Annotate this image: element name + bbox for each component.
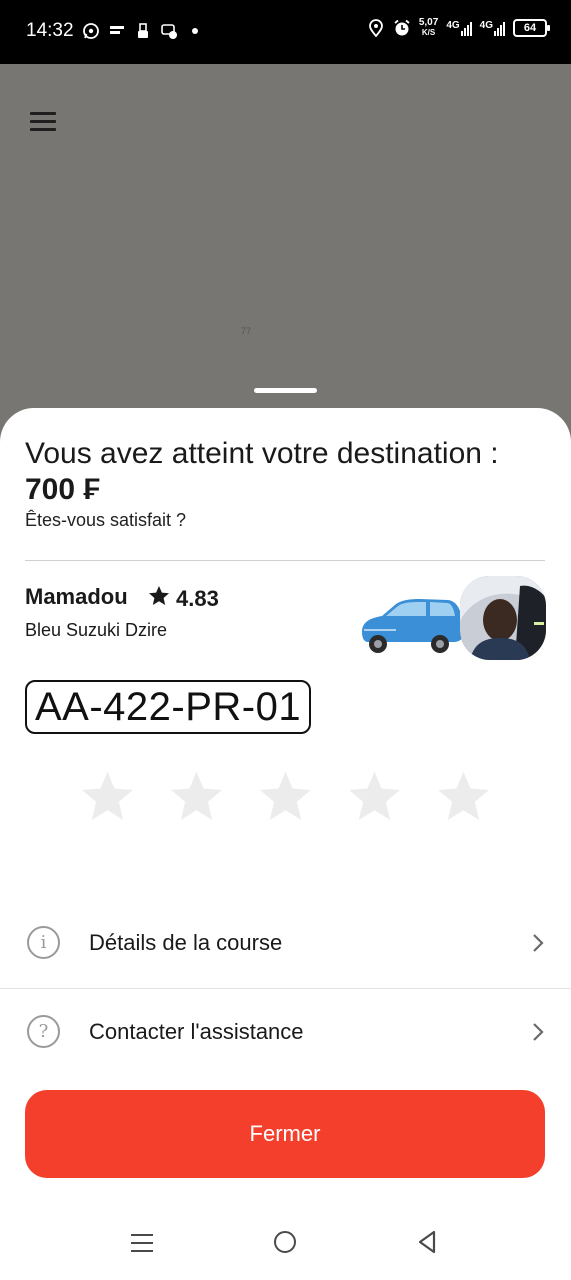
star-5-icon[interactable] — [434, 768, 493, 826]
network-speed-value: 5,07 — [418, 17, 439, 28]
signal-1: 4G — [446, 20, 472, 36]
status-left-icons — [82, 22, 198, 40]
info-icon: i — [27, 926, 60, 959]
contact-support-label: Contacter l'assistance — [89, 1019, 304, 1044]
menu-icon[interactable] — [30, 112, 56, 132]
signal-bars-1-icon — [460, 20, 472, 36]
network-speed-unit: K/S — [421, 28, 436, 37]
contact-support-row[interactable]: ? Contacter l'assistance — [0, 989, 571, 1075]
network-type-2: 4G — [479, 20, 493, 31]
status-bar: 14:32 5,07 K/S 4G 4G 64 — [0, 0, 571, 64]
back-icon[interactable] — [416, 1230, 438, 1254]
battery-icon: 64 — [513, 19, 550, 37]
sheet-drag-handle[interactable] — [254, 388, 317, 393]
alarm-icon — [393, 19, 411, 37]
arrival-title: Vous avez atteint votre destination : — [25, 437, 499, 470]
driver-photo-avatar — [460, 576, 546, 660]
chevron-right-icon — [533, 934, 544, 952]
recent-apps-icon[interactable] — [131, 1232, 153, 1254]
chevron-right-icon — [533, 1023, 544, 1041]
map-marker-label: 77 — [241, 326, 252, 336]
star-4-icon[interactable] — [345, 768, 404, 826]
status-right-icons: 5,07 K/S 4G 4G 64 — [367, 18, 550, 38]
signal-2: 4G — [480, 20, 505, 36]
system-nav-bar — [0, 1194, 571, 1280]
car-icon — [362, 599, 464, 653]
signal-bars-2-icon — [494, 20, 505, 36]
data-saver-icon — [108, 22, 126, 40]
star-2-icon[interactable] — [167, 768, 226, 826]
network-type-1: 4G — [446, 20, 460, 31]
rating-stars[interactable] — [78, 768, 493, 826]
home-icon[interactable] — [274, 1231, 296, 1253]
usb-icon — [134, 22, 152, 40]
trip-details-row[interactable]: i Détails de la course — [0, 900, 571, 986]
driver-rating-value: 4.83 — [176, 586, 219, 611]
notification-dot — [192, 28, 198, 34]
trip-summary-sheet: Vous avez atteint votre destination : 70… — [0, 408, 571, 1280]
vehicle-description: Bleu Suzuki Dzire — [25, 620, 168, 640]
divider — [25, 560, 545, 561]
network-speed: 5,07 K/S — [419, 18, 438, 38]
map-view[interactable]: 77 — [0, 64, 571, 424]
status-time: 14:32 — [26, 20, 74, 41]
close-button[interactable]: Fermer — [25, 1090, 545, 1178]
satisfaction-question: Êtes-vous satisfait ? — [25, 510, 187, 530]
star-filled-icon — [146, 584, 172, 614]
star-3-icon[interactable] — [256, 768, 315, 826]
star-1-icon[interactable] — [78, 768, 137, 826]
driver-name: Mamadou — [25, 584, 128, 609]
help-icon: ? — [27, 1015, 60, 1048]
license-plate: AA-422-PR-01 — [25, 680, 312, 734]
trip-price: 700 ₣ — [25, 473, 101, 506]
trip-details-label: Détails de la course — [89, 930, 283, 955]
driver-rating: 4.83 — [146, 584, 219, 614]
battery-level: 64 — [523, 22, 537, 34]
chat-icon — [160, 22, 178, 40]
location-icon — [367, 19, 385, 38]
whatsapp-icon — [82, 22, 100, 40]
